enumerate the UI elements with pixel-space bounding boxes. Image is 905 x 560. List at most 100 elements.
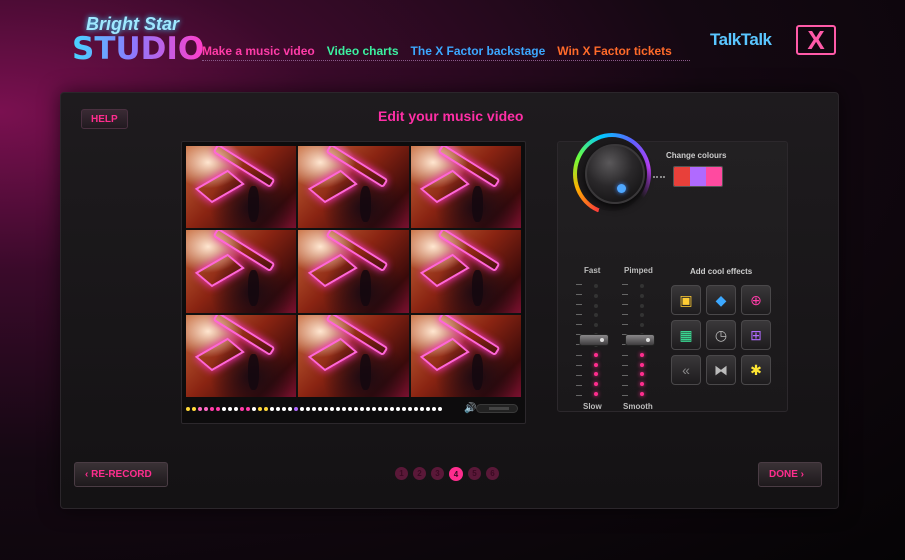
progress-dot [192, 407, 196, 411]
progress-dot [396, 407, 400, 411]
slider-handle[interactable] [625, 333, 655, 346]
pimped-label: Pimped [624, 266, 653, 275]
video-tile [186, 230, 297, 313]
talktalk-logo[interactable]: TalkTalk [710, 30, 772, 50]
frame-effect-icon[interactable]: ▦ [671, 320, 701, 350]
x-factor-logo[interactable]: X [796, 25, 836, 55]
progress-dot [222, 407, 226, 411]
style-slider[interactable] [622, 284, 655, 396]
video-tile [186, 146, 297, 229]
progress-dot [276, 407, 280, 411]
volume-slider[interactable] [476, 404, 518, 413]
swatch-colour [690, 167, 706, 186]
progress-dot [402, 407, 406, 411]
video-tile [410, 146, 521, 229]
progress-dot [408, 407, 412, 411]
page-dot-6[interactable]: 6 [486, 467, 499, 480]
progress-dot [318, 407, 322, 411]
step-pager: 123456 [395, 467, 499, 481]
slow-label: Slow [583, 402, 602, 411]
zoom-effect-icon[interactable]: ⊕ [741, 285, 771, 315]
progress-dot [270, 407, 274, 411]
progress-dot [246, 407, 250, 411]
logo-line2: STUDIO [72, 31, 205, 67]
progress-dot [324, 407, 328, 411]
page-dot-3[interactable]: 3 [431, 467, 444, 480]
progress-dot [264, 407, 268, 411]
progress-dot [348, 407, 352, 411]
grid-effect-icon[interactable]: ⊞ [741, 320, 771, 350]
overlay-effect-icon[interactable]: ▣ [671, 285, 701, 315]
nav-make-music-video[interactable]: Make a music video [202, 44, 315, 58]
page-dot-1[interactable]: 1 [395, 467, 408, 480]
speaker-icon[interactable]: 🔊 [464, 403, 476, 414]
progress-dot [360, 407, 364, 411]
smooth-label: Smooth [623, 402, 653, 411]
bright-star-studio-logo[interactable]: Bright Star STUDIO [72, 14, 204, 68]
progress-dot [306, 407, 310, 411]
clock-effect-icon[interactable]: ◷ [706, 320, 736, 350]
progress-dot [294, 407, 298, 411]
video-tile [410, 230, 521, 313]
speed-slider[interactable] [576, 284, 609, 396]
progress-dot [366, 407, 370, 411]
progress-dot [252, 407, 256, 411]
video-tile [298, 146, 409, 229]
progress-dot [300, 407, 304, 411]
page-dot-5[interactable]: 5 [468, 467, 481, 480]
progress-dot [312, 407, 316, 411]
nav-win-tickets[interactable]: Win X Factor tickets [557, 44, 672, 58]
page-dot-2[interactable]: 2 [413, 467, 426, 480]
progress-dot [282, 407, 286, 411]
video-tile [298, 230, 409, 313]
swatch-colour [706, 167, 722, 186]
progress-dot [372, 407, 376, 411]
progress-dot [198, 407, 202, 411]
burst-effect-icon[interactable]: ✱ [741, 355, 771, 385]
progress-dot [420, 407, 424, 411]
help-button[interactable]: HELP [81, 109, 128, 129]
progress-dot [258, 407, 262, 411]
main-nav: Make a music video Video charts The X Fa… [202, 44, 672, 58]
nav-video-charts[interactable]: Video charts [327, 44, 399, 58]
progress-dot [438, 407, 442, 411]
progress-dot [384, 407, 388, 411]
slider-handle[interactable] [579, 333, 609, 346]
colour-dial[interactable] [585, 144, 645, 204]
nav-x-factor-backstage[interactable]: The X Factor backstage [411, 44, 546, 58]
progress-dot [336, 407, 340, 411]
video-progress-bar[interactable] [186, 405, 462, 413]
progress-dot [228, 407, 232, 411]
effects-label: Add cool effects [690, 267, 753, 276]
mirror-effect-icon[interactable]: ⧓ [706, 355, 736, 385]
progress-dot [342, 407, 346, 411]
done-button[interactable]: DONE › [758, 462, 822, 487]
progress-dot [204, 407, 208, 411]
video-tile [186, 314, 297, 397]
progress-dot [216, 407, 220, 411]
rewind-effect-icon[interactable]: « [671, 355, 701, 385]
re-record-button[interactable]: ‹ RE-RECORD [74, 462, 168, 487]
progress-dot [414, 407, 418, 411]
video-preview[interactable] [186, 146, 521, 397]
fast-label: Fast [584, 266, 601, 275]
progress-dot [240, 407, 244, 411]
dial-indicator-icon [617, 184, 626, 193]
progress-dot [210, 407, 214, 411]
progress-dot [432, 407, 436, 411]
progress-dot [234, 407, 238, 411]
progress-dot [426, 407, 430, 411]
progress-dot [354, 407, 358, 411]
page-dot-4[interactable]: 4 [449, 467, 463, 481]
progress-dot [390, 407, 394, 411]
video-tile [410, 314, 521, 397]
droplet-effect-icon[interactable]: ◆ [706, 285, 736, 315]
progress-dot [186, 407, 190, 411]
progress-dot [330, 407, 334, 411]
colour-swatch[interactable] [673, 166, 723, 187]
effects-grid: ▣ ◆ ⊕ ▦ ◷ ⊞ «⧓ ✱ [668, 281, 778, 394]
nav-divider [202, 60, 690, 61]
change-colours-label: Change colours [666, 151, 727, 160]
swatch-colour [674, 167, 690, 186]
dial-connector [653, 176, 665, 178]
